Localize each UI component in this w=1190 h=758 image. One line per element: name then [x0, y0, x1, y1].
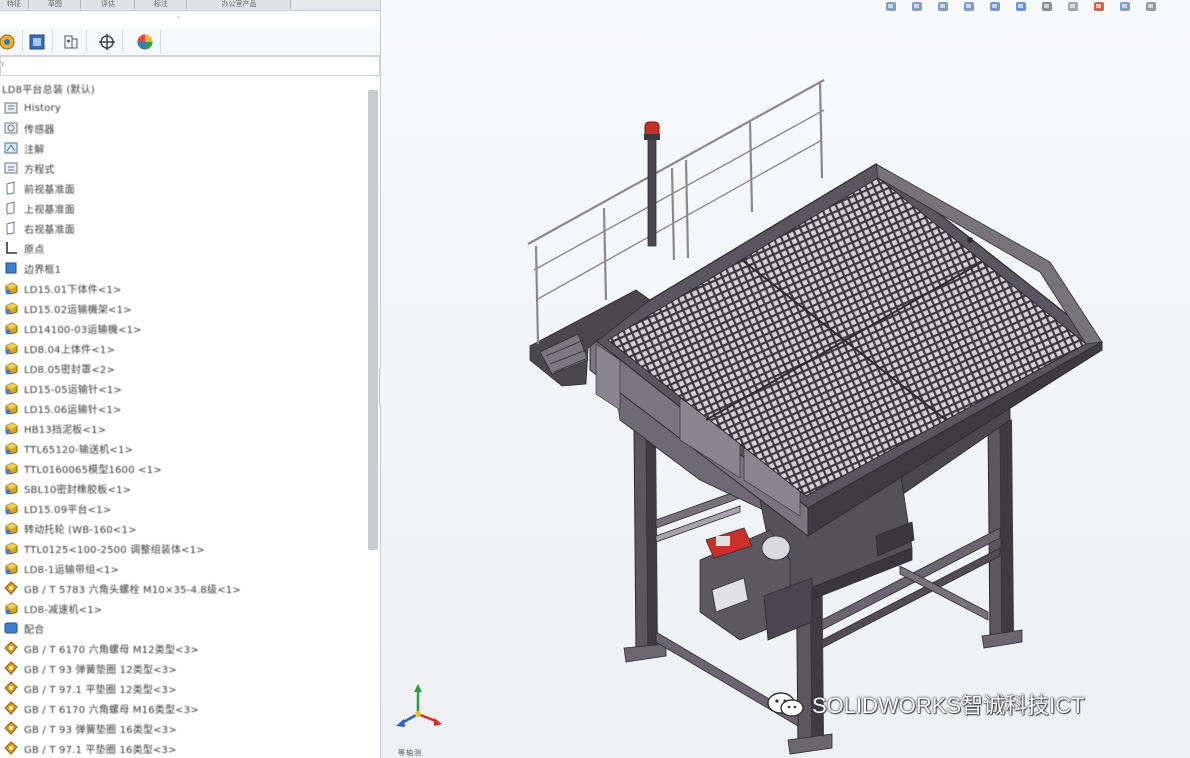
signal-lamp-post	[644, 121, 660, 247]
view-triad-icon	[396, 684, 442, 727]
3d-model-platform-assembly[interactable]	[0, 0, 1190, 758]
wechat-logo-icon	[767, 692, 804, 717]
grated-platform	[588, 163, 1104, 538]
watermark-text: SOLIDWORKS智诚科技ICT	[812, 693, 1085, 718]
watermark: SOLIDWORKS智诚科技ICT	[766, 688, 1085, 720]
view-orientation-label: 等轴测	[398, 749, 422, 757]
